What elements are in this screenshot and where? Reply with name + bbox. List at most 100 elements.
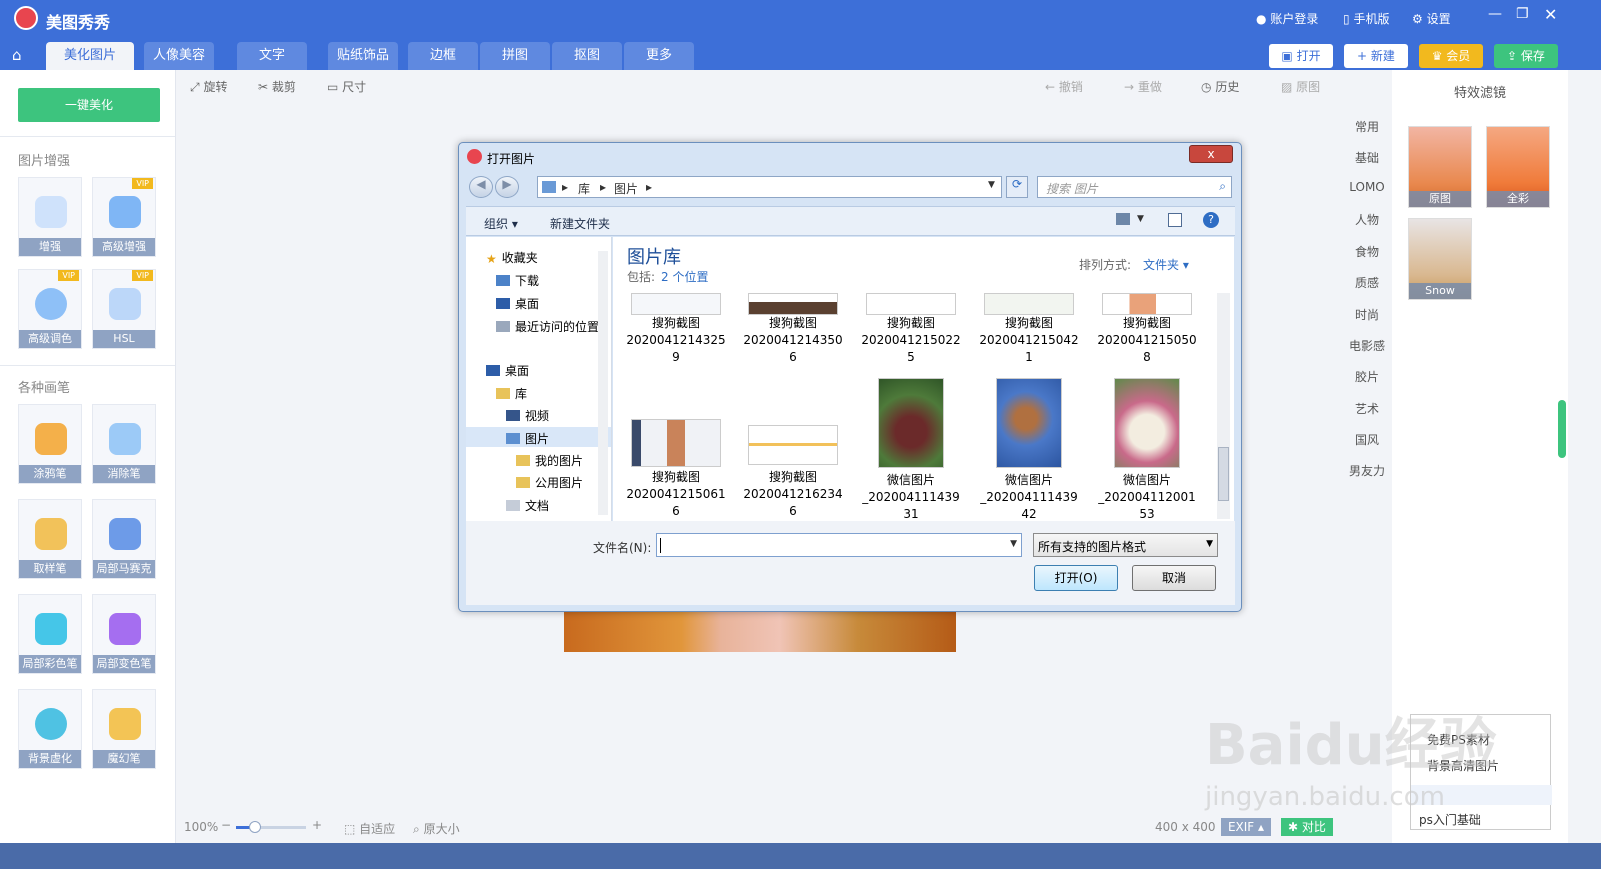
sort-dropdown[interactable]: 文件夹 ▾	[1143, 256, 1189, 273]
vip-button[interactable]: ♛ 会员	[1419, 44, 1483, 68]
category-art[interactable]: 艺术	[1342, 400, 1392, 417]
suggestion-item[interactable]: ps入门基础	[1419, 811, 1481, 828]
compare-button[interactable]: ✱ 对比	[1281, 818, 1333, 836]
file-item[interactable]: 搜狗截图 2020041214325 9	[626, 293, 726, 366]
zoom-slider-handle[interactable]	[249, 821, 261, 833]
tab-collage[interactable]: 拼图	[480, 42, 550, 70]
refresh-icon[interactable]: ⟳	[1006, 176, 1028, 198]
organize-menu[interactable]: 组织 ▾	[484, 215, 518, 232]
category-boyfriend[interactable]: 男友力	[1342, 462, 1392, 479]
history-button[interactable]: ◷ 历史	[1201, 78, 1239, 95]
undo-button[interactable]: ← 撤销	[1045, 78, 1083, 95]
cancel-button[interactable]: 取消	[1132, 565, 1216, 591]
tab-text[interactable]: 文字	[237, 42, 307, 70]
file-item[interactable]: 搜狗截图 2020041215042 1	[979, 293, 1079, 366]
nav-documents[interactable]: 文档	[506, 497, 549, 514]
category-food[interactable]: 食物	[1342, 243, 1392, 260]
original-button[interactable]: ▨ 原图	[1281, 78, 1320, 95]
category-lomo[interactable]: LOMO	[1342, 180, 1392, 194]
nav-public-pictures[interactable]: 公用图片	[516, 474, 583, 491]
file-item[interactable]: 搜狗截图 2020041215061 6	[626, 419, 726, 520]
nav-library[interactable]: 库	[496, 385, 527, 402]
file-item[interactable]: 搜狗截图 2020041216234 6	[743, 425, 843, 520]
save-button[interactable]: ⇪ 保存	[1494, 44, 1558, 68]
category-chinese-style[interactable]: 国风	[1342, 431, 1392, 448]
mobile-version[interactable]: ▯ 手机版	[1343, 10, 1389, 27]
settings[interactable]: ⚙ 设置	[1412, 10, 1451, 27]
tab-frames[interactable]: 边框	[408, 42, 478, 70]
crop-button[interactable]: ✂ 裁剪	[258, 78, 296, 95]
file-type-select[interactable]: 所有支持的图片格式 ▼	[1033, 533, 1218, 557]
tab-more[interactable]: 更多	[624, 42, 694, 70]
close-button[interactable]: ✕	[1544, 5, 1557, 24]
tab-stickers[interactable]: 贴纸饰品	[328, 42, 398, 70]
file-item[interactable]: 搜狗截图 2020041215022 5	[861, 293, 961, 366]
locations-link[interactable]: 2 个位置	[661, 268, 708, 285]
exif-button[interactable]: EXIF ▴	[1221, 818, 1271, 836]
category-cinematic[interactable]: 电影感	[1342, 337, 1392, 354]
maximize-button[interactable]: ❐	[1516, 6, 1529, 22]
search-input[interactable]: 搜索 图片 ⌕	[1037, 176, 1232, 198]
open-file-button[interactable]: 打开(O)	[1034, 565, 1118, 591]
zoom-in-button[interactable]: +	[312, 818, 322, 832]
nav-desktop-favorite[interactable]: 桌面	[496, 295, 539, 312]
nav-pictures[interactable]: 图片	[506, 430, 549, 447]
help-icon[interactable]: ?	[1203, 212, 1219, 228]
nav-videos[interactable]: 视频	[506, 407, 549, 424]
zoom-out-button[interactable]: −	[221, 818, 231, 832]
address-dropdown-icon[interactable]: ▼	[988, 180, 995, 190]
tool-local-color[interactable]: 局部彩色笔	[18, 594, 82, 674]
category-people[interactable]: 人物	[1342, 211, 1392, 228]
nav-my-pictures[interactable]: 我的图片	[516, 452, 583, 469]
category-texture[interactable]: 质感	[1342, 274, 1392, 291]
view-options-icon[interactable]	[1116, 213, 1130, 225]
redo-button[interactable]: → 重做	[1124, 78, 1162, 95]
new-folder-button[interactable]: 新建文件夹	[550, 215, 610, 232]
tool-advanced-color[interactable]: VIP 高级调色	[18, 269, 82, 349]
file-item[interactable]: 微信图片 _202004112001 53	[1097, 378, 1197, 521]
tool-doodle-pen[interactable]: 涂鸦笔	[18, 404, 82, 484]
tab-beautify[interactable]: 美化图片	[46, 42, 134, 70]
tool-background-blur[interactable]: 背景虚化	[18, 689, 82, 769]
nav-favorites[interactable]: ★ 收藏夹	[486, 249, 538, 266]
preview-pane-icon[interactable]	[1168, 213, 1182, 227]
nav-desktop[interactable]: 桌面	[486, 362, 529, 379]
view-dropdown-icon[interactable]: ▼	[1137, 214, 1144, 224]
tool-local-recolor[interactable]: 局部变色笔	[92, 594, 156, 674]
address-bar[interactable]: ▸ 库 ▸ 图片 ▸ ▼	[537, 176, 1002, 198]
tool-hsl[interactable]: VIP HSL	[92, 269, 156, 349]
path-segment-library[interactable]: 库	[578, 180, 590, 197]
category-basic[interactable]: 基础	[1342, 149, 1392, 166]
filename-dropdown-icon[interactable]: ▼	[1010, 539, 1017, 549]
one-click-beautify-button[interactable]: 一键美化	[18, 88, 160, 122]
tool-eraser-pen[interactable]: 消除笔	[92, 404, 156, 484]
category-fashion[interactable]: 时尚	[1342, 306, 1392, 323]
file-list-scrollbar[interactable]	[1217, 293, 1230, 519]
filename-input[interactable]: ▼	[656, 533, 1022, 557]
tab-cutout[interactable]: 抠图	[552, 42, 622, 70]
new-button[interactable]: + 新建	[1344, 44, 1408, 68]
fit-button[interactable]: ⬚ 自适应	[344, 820, 395, 837]
tool-magic-pen[interactable]: 魔幻笔	[92, 689, 156, 769]
filter-full-color[interactable]: 全彩	[1486, 126, 1550, 208]
tool-advanced-enhance[interactable]: VIP 高级增强	[92, 177, 156, 257]
nav-recent[interactable]: 最近访问的位置	[496, 318, 599, 335]
filter-snow[interactable]: Snow	[1408, 218, 1472, 300]
file-item[interactable]: 微信图片 _202004111439 31	[861, 378, 961, 521]
tool-sample-pen[interactable]: 取样笔	[18, 499, 82, 579]
open-button[interactable]: ▣ 打开	[1269, 44, 1333, 68]
category-film[interactable]: 胶片	[1342, 368, 1392, 385]
panel-scrollbar[interactable]	[1558, 400, 1566, 458]
account-login[interactable]: ● 账户登录	[1256, 10, 1318, 27]
actual-size-button[interactable]: ⌕ 原大小	[413, 820, 460, 837]
forward-button[interactable]: ▶	[495, 176, 519, 198]
tab-portrait[interactable]: 人像美容	[144, 42, 214, 70]
file-item[interactable]: 搜狗截图 2020041214350 6	[743, 293, 843, 366]
tool-enhance[interactable]: 增强	[18, 177, 82, 257]
path-segment-pictures[interactable]: 图片	[614, 180, 638, 197]
nav-downloads[interactable]: 下载	[496, 272, 539, 289]
tool-mosaic[interactable]: 局部马赛克	[92, 499, 156, 579]
dialog-close-button[interactable]: x	[1189, 145, 1233, 163]
nav-scrollbar[interactable]	[598, 251, 608, 515]
scrollbar-thumb[interactable]	[1218, 447, 1229, 501]
